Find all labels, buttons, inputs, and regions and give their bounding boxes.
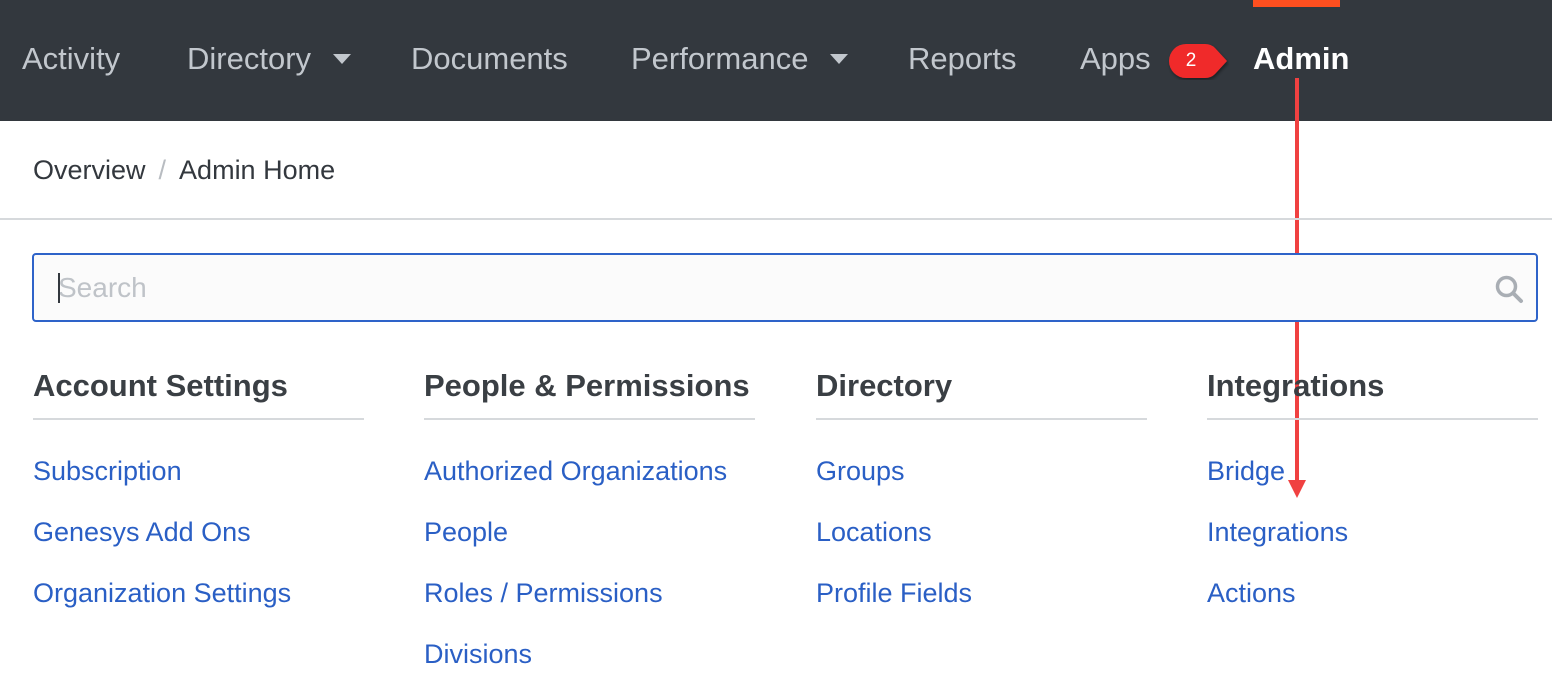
nav-item-label: Admin bbox=[1253, 41, 1350, 76]
text-cursor bbox=[58, 273, 60, 303]
section-links: Authorized Organizations People Roles / … bbox=[424, 455, 755, 699]
link-actions[interactable]: Actions bbox=[1207, 577, 1538, 638]
header-divider bbox=[0, 218, 1552, 220]
breadcrumb-current: Admin Home bbox=[179, 155, 336, 185]
breadcrumb-separator: / bbox=[158, 155, 167, 185]
section-links: Bridge Integrations Actions bbox=[1207, 455, 1538, 638]
link-profile-fields[interactable]: Profile Fields bbox=[816, 577, 1147, 638]
nav-item-reports[interactable]: Reports bbox=[908, 39, 1017, 79]
nav-item-label: Performance bbox=[631, 41, 809, 76]
chevron-down-icon bbox=[333, 53, 352, 64]
chevron-down-icon bbox=[830, 53, 849, 64]
link-bridge[interactable]: Bridge bbox=[1207, 455, 1538, 516]
section-title: Directory bbox=[816, 368, 1147, 420]
section-integrations: Integrations Bridge Integrations Actions bbox=[1207, 368, 1538, 638]
breadcrumb: Overview / Admin Home bbox=[33, 155, 335, 186]
section-title: Account Settings bbox=[33, 368, 364, 420]
section-title: People & Permissions bbox=[424, 368, 755, 420]
section-people-permissions: People & Permissions Authorized Organiza… bbox=[424, 368, 755, 699]
link-integrations[interactable]: Integrations bbox=[1207, 516, 1538, 577]
nav-item-label: Activity bbox=[22, 41, 121, 76]
link-authorized-organizations[interactable]: Authorized Organizations bbox=[424, 455, 755, 516]
step-annotation-badge: 2 bbox=[1167, 42, 1229, 80]
nav-item-label: Apps bbox=[1080, 41, 1151, 76]
search-icon[interactable] bbox=[1494, 274, 1524, 304]
section-directory: Directory Groups Locations Profile Field… bbox=[816, 368, 1147, 638]
nav-item-documents[interactable]: Documents bbox=[411, 39, 568, 79]
search-input[interactable] bbox=[58, 255, 1478, 320]
link-genesys-add-ons[interactable]: Genesys Add Ons bbox=[33, 516, 364, 577]
nav-item-label: Directory bbox=[187, 41, 312, 76]
nav-item-label: Reports bbox=[908, 41, 1017, 76]
section-account-settings: Account Settings Subscription Genesys Ad… bbox=[33, 368, 364, 638]
nav-item-admin[interactable]: Admin bbox=[1253, 39, 1349, 79]
active-tab-indicator bbox=[1253, 0, 1340, 7]
nav-item-label: Documents bbox=[411, 41, 568, 76]
section-title: Integrations bbox=[1207, 368, 1538, 420]
breadcrumb-overview[interactable]: Overview bbox=[33, 155, 146, 185]
link-locations[interactable]: Locations bbox=[816, 516, 1147, 577]
link-people[interactable]: People bbox=[424, 516, 755, 577]
top-navigation-bar: Activity Directory Documents Performance… bbox=[0, 0, 1552, 121]
nav-item-apps[interactable]: Apps bbox=[1080, 39, 1151, 79]
nav-item-directory[interactable]: Directory bbox=[187, 39, 352, 79]
link-subscription[interactable]: Subscription bbox=[33, 455, 364, 516]
search-box bbox=[32, 253, 1538, 322]
nav-item-performance[interactable]: Performance bbox=[631, 39, 849, 79]
section-links: Subscription Genesys Add Ons Organizatio… bbox=[33, 455, 364, 638]
section-links: Groups Locations Profile Fields bbox=[816, 455, 1147, 638]
link-divisions[interactable]: Divisions bbox=[424, 638, 755, 699]
step-number: 2 bbox=[1185, 50, 1197, 71]
link-organization-settings[interactable]: Organization Settings bbox=[33, 577, 364, 638]
link-roles-permissions[interactable]: Roles / Permissions bbox=[424, 577, 755, 638]
link-groups[interactable]: Groups bbox=[816, 455, 1147, 516]
nav-item-activity[interactable]: Activity bbox=[22, 39, 120, 79]
